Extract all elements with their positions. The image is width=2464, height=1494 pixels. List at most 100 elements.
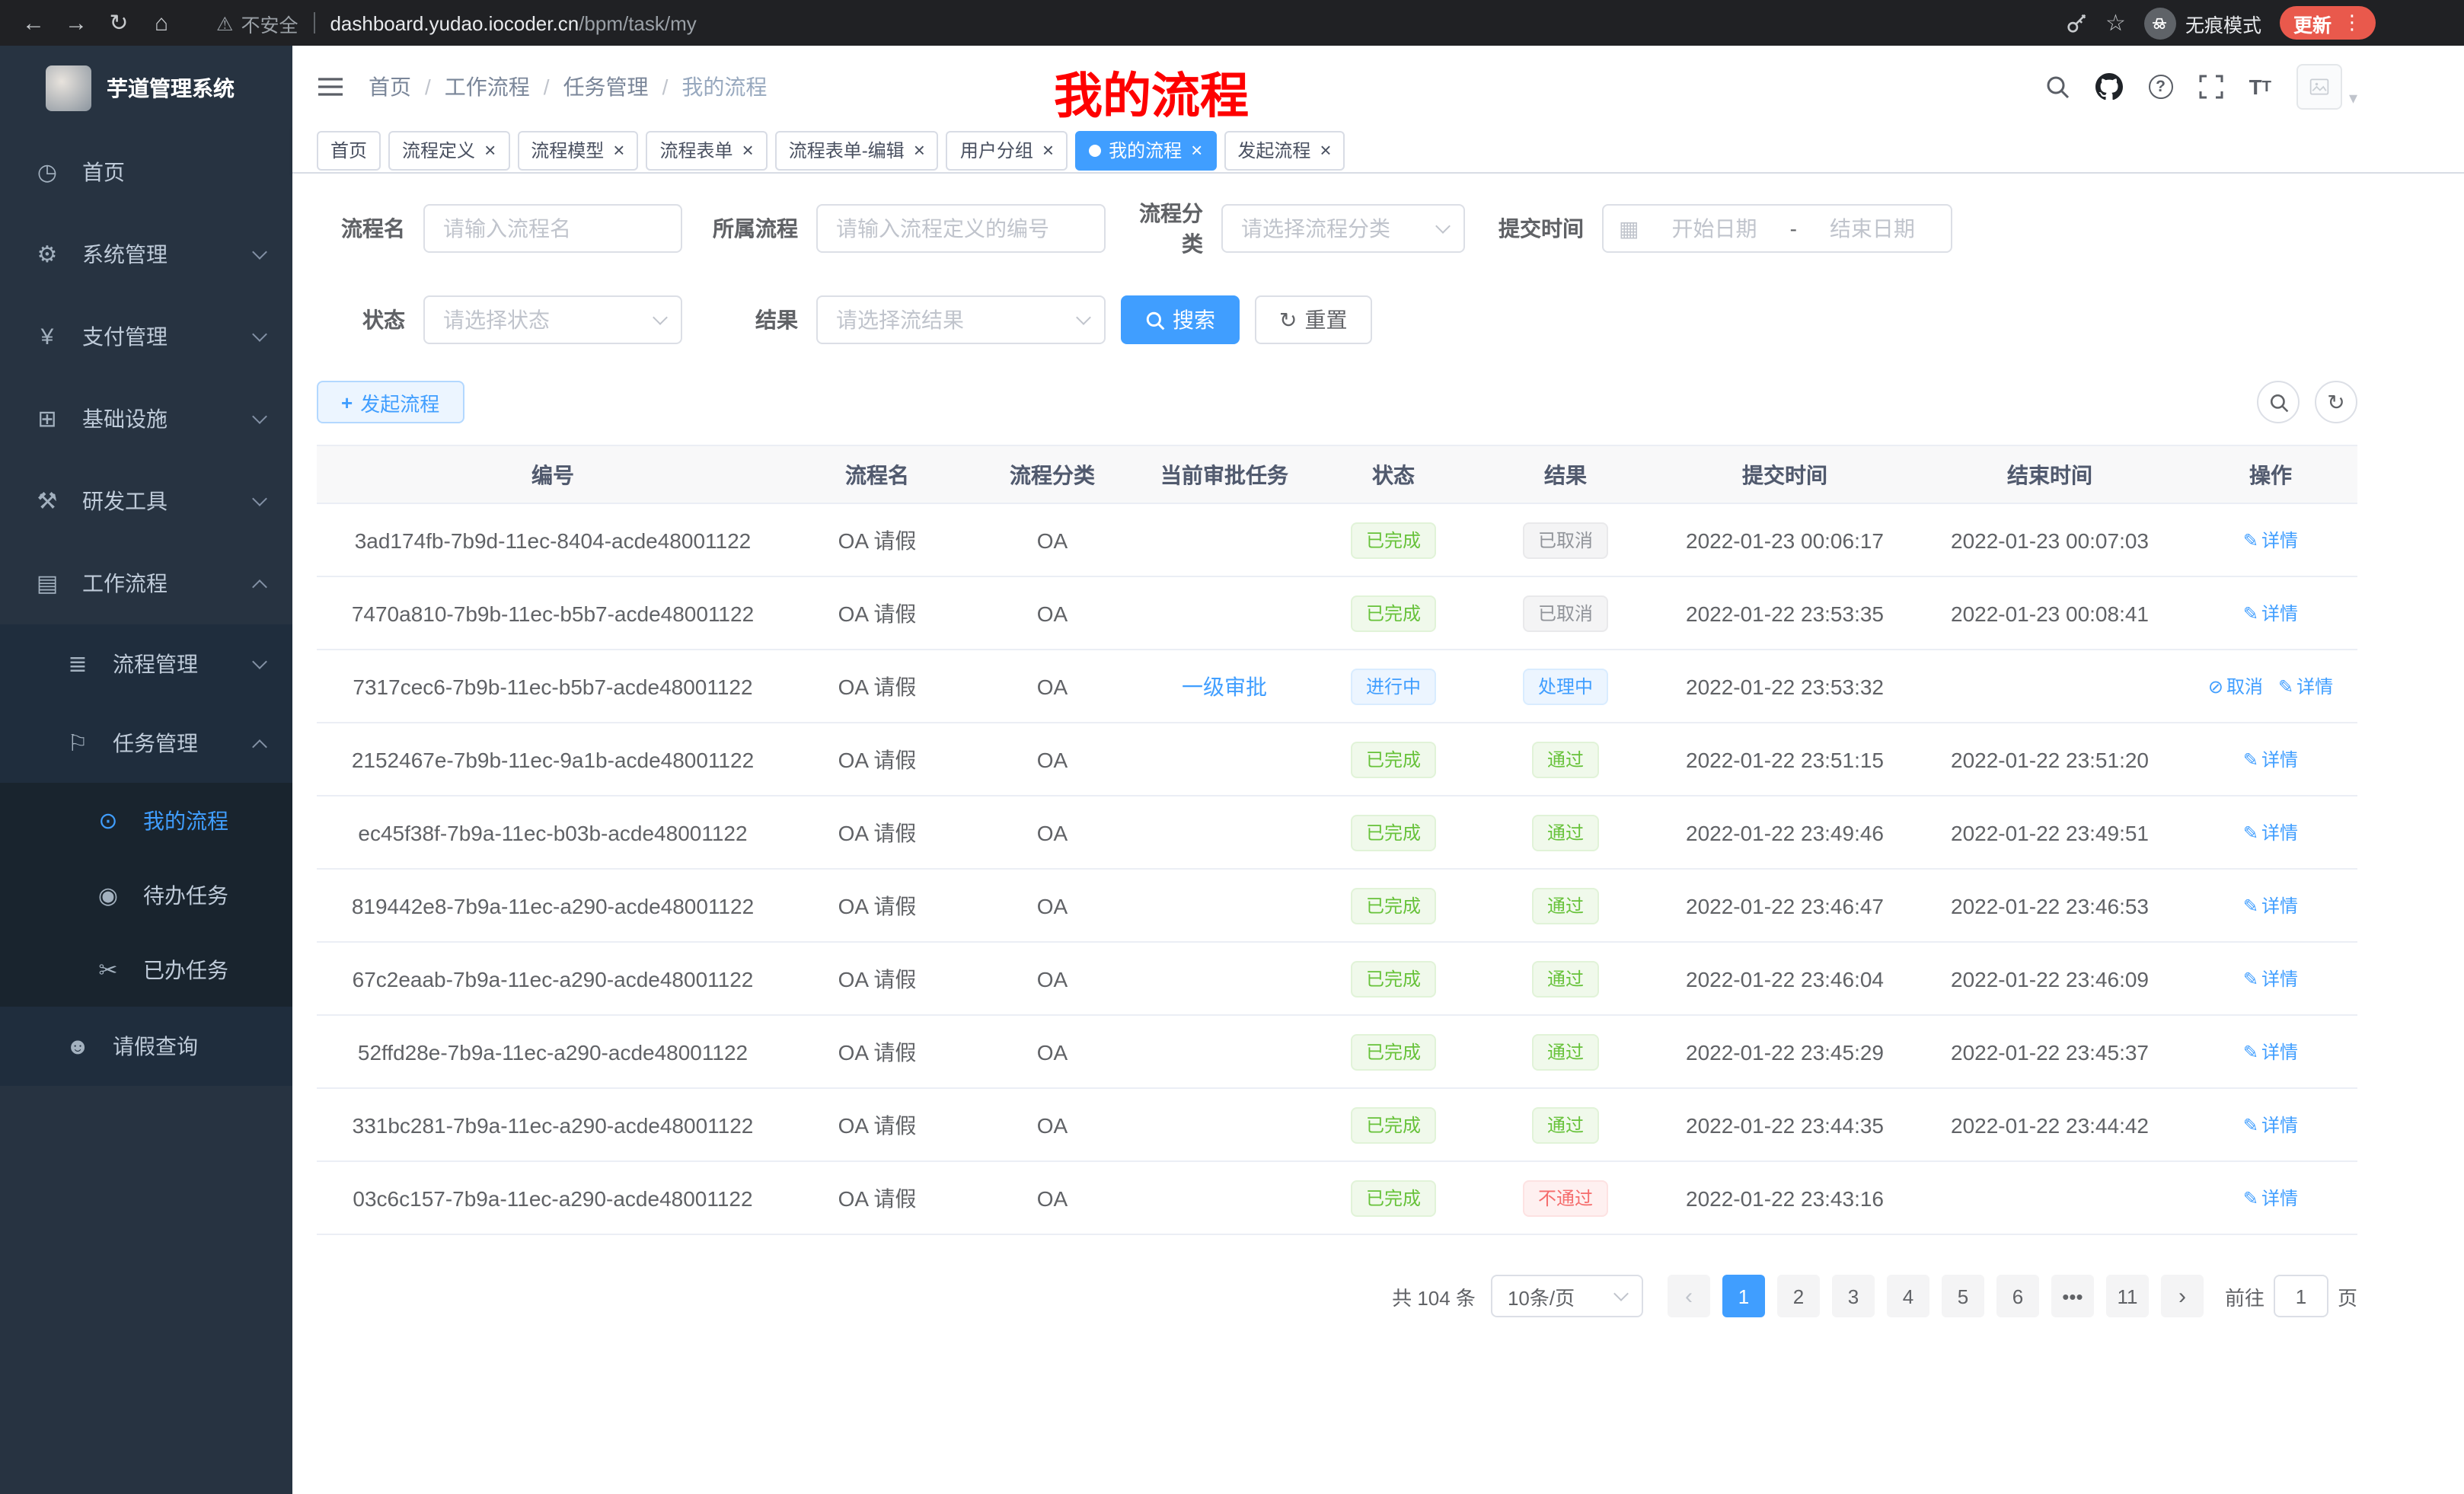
help-icon[interactable]: ? xyxy=(2149,75,2173,99)
detail-button[interactable]: ✎详情 xyxy=(2243,969,2298,990)
create-process-button[interactable]: + 发起流程 xyxy=(317,381,464,423)
close-icon[interactable]: × xyxy=(484,140,496,160)
page-button-11[interactable]: 11 xyxy=(2106,1275,2149,1317)
sidebar-menu: ◷首页⚙系统管理¥支付管理⊞基础设施⚒研发工具▤工作流程≣流程管理⚐任务管理⊙我… xyxy=(0,131,292,1086)
cell-name: OA 请假 xyxy=(789,1161,965,1234)
category-select[interactable]: 请选择流程分类 xyxy=(1221,204,1465,253)
goto-page-input[interactable] xyxy=(2274,1275,2328,1317)
close-icon[interactable]: × xyxy=(613,140,624,160)
tab-user-group[interactable]: 用户分组× xyxy=(946,130,1068,170)
page-button-4[interactable]: 4 xyxy=(1887,1275,1929,1317)
page-more-button[interactable]: ••• xyxy=(2051,1275,2094,1317)
process-definition-input[interactable] xyxy=(816,204,1106,253)
page-button-3[interactable]: 3 xyxy=(1832,1275,1875,1317)
search-button[interactable]: 搜索 xyxy=(1121,295,1240,344)
detail-button[interactable]: ✎详情 xyxy=(2278,676,2333,698)
next-page-button[interactable]: › xyxy=(2161,1275,2204,1317)
sidebar-item-process-mgmt[interactable]: ≣流程管理 xyxy=(0,624,292,704)
result-tag: 处理中 xyxy=(1523,668,1608,704)
tab-process-form-edit[interactable]: 流程表单-编辑× xyxy=(775,130,939,170)
cell-name: OA 请假 xyxy=(789,576,965,650)
font-size-icon[interactable]: TT xyxy=(2249,75,2271,99)
cell-submit-time: 2022-01-22 23:53:35 xyxy=(1654,576,1916,650)
detail-button[interactable]: ✎详情 xyxy=(2243,603,2298,624)
sidebar-toggle-button[interactable] xyxy=(317,75,344,99)
sidebar-item-payment[interactable]: ¥支付管理 xyxy=(0,295,292,378)
detail-button[interactable]: ✎详情 xyxy=(2243,1115,2298,1136)
forward-button[interactable]: → xyxy=(58,10,94,36)
sidebar-item-infrastructure[interactable]: ⊞基础设施 xyxy=(0,378,292,460)
home-button[interactable]: ⌂ xyxy=(143,10,180,36)
sidebar-item-my-process[interactable]: ⊙我的流程 xyxy=(0,783,292,857)
tab-my-process[interactable]: 我的流程× xyxy=(1075,130,1216,170)
sidebar-item-dev-tools[interactable]: ⚒研发工具 xyxy=(0,460,292,542)
browser-menu-dots-icon[interactable]: ⋮ xyxy=(2342,11,2362,35)
sidebar-item-workflow[interactable]: ▤工作流程 xyxy=(0,542,292,624)
tab-process-model[interactable]: 流程模型× xyxy=(517,130,638,170)
security-badge[interactable]: ⚠ 不安全 xyxy=(216,8,298,37)
close-icon[interactable]: × xyxy=(1191,140,1202,160)
detail-button[interactable]: ✎详情 xyxy=(2243,530,2298,551)
sidebar-item-task-mgmt[interactable]: ⚐任务管理 xyxy=(0,704,292,783)
sidebar-item-done-task[interactable]: ✂已办任务 xyxy=(0,932,292,1007)
back-button[interactable]: ← xyxy=(15,10,52,36)
edit-icon: ✎ xyxy=(2243,749,2258,771)
page-size-select[interactable]: 10条/页 xyxy=(1491,1275,1643,1317)
detail-button[interactable]: ✎详情 xyxy=(2243,1188,2298,1209)
cell-current-task xyxy=(1139,1015,1310,1088)
update-button[interactable]: 更新 ⋮ xyxy=(2280,6,2376,40)
page-button-1[interactable]: 1 xyxy=(1722,1275,1765,1317)
total-count: 共 104 条 xyxy=(1392,1282,1476,1310)
url-bar[interactable]: dashboard.yudao.iocoder.cn/bpm/task/my xyxy=(330,11,696,34)
detail-button[interactable]: ✎详情 xyxy=(2243,749,2298,771)
sidebar-item-system[interactable]: ⚙系统管理 xyxy=(0,213,292,295)
cancel-button[interactable]: ⊘取消 xyxy=(2208,676,2263,698)
cell-actions: ✎详情 xyxy=(2184,1161,2357,1234)
tab-process-form[interactable]: 流程表单× xyxy=(646,130,767,170)
current-task-link[interactable]: 一级审批 xyxy=(1182,674,1267,698)
search-button-label: 搜索 xyxy=(1173,305,1215,335)
detail-button[interactable]: ✎详情 xyxy=(2243,822,2298,844)
chat-icon: ⊙ xyxy=(91,806,125,834)
github-icon[interactable] xyxy=(2095,73,2123,101)
page-button-2[interactable]: 2 xyxy=(1777,1275,1820,1317)
key-icon[interactable] xyxy=(2064,11,2087,34)
result-select[interactable]: 请选择流结果 xyxy=(816,295,1106,344)
tab-process-definition[interactable]: 流程定义× xyxy=(388,130,509,170)
cell-current-task xyxy=(1139,942,1310,1015)
toggle-search-button[interactable] xyxy=(2257,381,2300,423)
page-button-5[interactable]: 5 xyxy=(1942,1275,1984,1317)
user-menu[interactable]: ▾ xyxy=(2297,64,2357,110)
close-icon[interactable]: × xyxy=(1320,140,1331,160)
page-buttons: 123456 ••• 11 xyxy=(1716,1275,2155,1317)
cell-actions: ✎详情 xyxy=(2184,1088,2357,1161)
close-icon[interactable]: × xyxy=(742,140,754,160)
result-tag: 已取消 xyxy=(1523,522,1608,558)
detail-button[interactable]: ✎详情 xyxy=(2243,1042,2298,1063)
page-button-6[interactable]: 6 xyxy=(1996,1275,2039,1317)
date-range-picker[interactable]: ▦ 开始日期 - 结束日期 xyxy=(1602,204,1952,253)
close-icon[interactable]: × xyxy=(1042,140,1054,160)
bookmark-star-icon[interactable]: ☆ xyxy=(2105,9,2126,37)
search-icon[interactable] xyxy=(2045,75,2070,99)
sidebar-item-home[interactable]: ◷首页 xyxy=(0,131,292,213)
sidebar-item-leave-query[interactable]: ☻请假查询 xyxy=(0,1007,292,1086)
prev-page-button[interactable]: ‹ xyxy=(1668,1275,1710,1317)
sidebar-item-todo-task[interactable]: ◉待办任务 xyxy=(0,857,292,932)
logo[interactable]: 芋道管理系统 xyxy=(0,46,292,131)
fullscreen-icon[interactable] xyxy=(2199,75,2223,99)
breadcrumb-item[interactable]: 首页 xyxy=(369,72,411,102)
process-name-input[interactable] xyxy=(423,204,682,253)
table-row: 331bc281-7b9a-11ec-a290-acde48001122OA 请… xyxy=(317,1088,2357,1161)
close-icon[interactable]: × xyxy=(914,140,925,160)
tab-start-process[interactable]: 发起流程× xyxy=(1224,130,1345,170)
tab-home[interactable]: 首页 xyxy=(317,130,381,170)
refresh-table-button[interactable]: ↻ xyxy=(2315,381,2357,423)
breadcrumb-item[interactable]: 工作流程 xyxy=(445,72,530,102)
breadcrumb-item[interactable]: 任务管理 xyxy=(563,72,649,102)
cell-name: OA 请假 xyxy=(789,796,965,869)
detail-button[interactable]: ✎详情 xyxy=(2243,895,2298,917)
status-select[interactable]: 请选择状态 xyxy=(423,295,682,344)
reset-button[interactable]: ↻ 重置 xyxy=(1255,295,1371,344)
reload-button[interactable]: ↻ xyxy=(101,9,137,37)
